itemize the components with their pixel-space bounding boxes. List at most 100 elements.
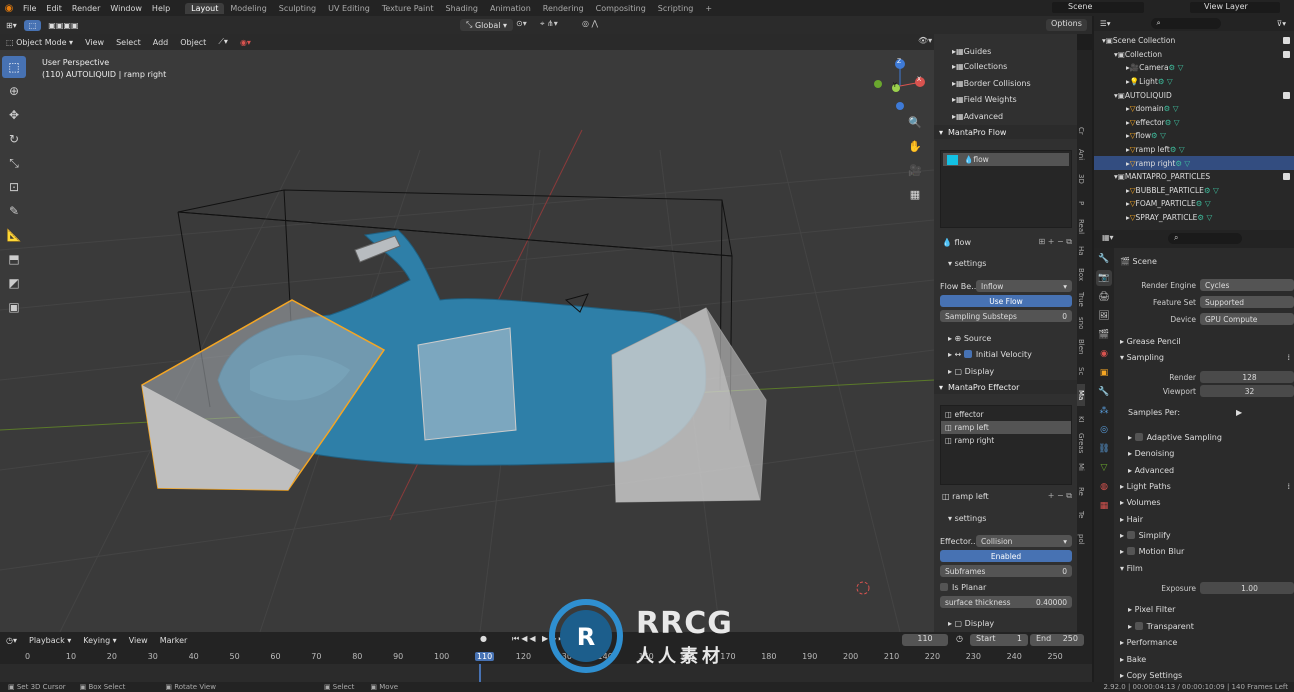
hair-section[interactable]: ▸ Hair [1114,512,1294,526]
menu-view[interactable]: View [80,37,109,48]
output-tab-icon[interactable]: 🖨 [1096,289,1112,305]
tab-sculpting[interactable]: Sculpting [273,3,322,14]
sampling-section[interactable]: ▾ Sampling ⁞ [1114,350,1294,364]
visibility-icon[interactable]: 👁▾ [918,36,932,45]
device-dropdown[interactable]: GPU Compute [1200,313,1294,325]
rotate-tool-icon[interactable]: ↻ [2,128,26,150]
flow-panel-header[interactable]: ▾ MantaPro Flow [934,125,1077,139]
modifier-icon[interactable]: ⚙ ▽ [1197,213,1212,222]
outliner-row[interactable]: ▸ ▽ ramp left ⚙ ▽ [1094,143,1294,157]
tab-box[interactable]: Box [1077,264,1085,286]
is-planar-checkbox[interactable] [940,583,948,591]
inset-tool-icon[interactable]: ▣ [2,296,26,318]
menu-window[interactable]: Window [105,4,147,13]
exclude-checkbox[interactable] [1283,173,1290,181]
motion-blur-section[interactable]: ▸ Motion Blur [1114,544,1294,558]
volumes-section[interactable]: ▸ Volumes [1114,495,1294,509]
object-tab-icon[interactable]: ▣ [1096,365,1112,381]
camera-view-icon[interactable]: 🎥 [905,160,925,180]
tab-re[interactable]: Re [1077,480,1085,502]
overlay-filter-icon[interactable]: ◉▾ [235,37,256,48]
zoom-icon[interactable]: 🔍 [905,112,925,132]
options-dropdown[interactable]: Options [1046,19,1087,31]
tab-te[interactable]: Te [1077,504,1085,526]
film-section[interactable]: ▾ Film [1114,561,1294,575]
tab-greas[interactable]: Greas [1077,432,1085,454]
pan-icon[interactable]: ✋ [905,136,925,156]
guides-row[interactable]: ▸ ▦ Guides [952,44,991,58]
outliner-row[interactable]: ▾ ▣ AUTOLIQUID [1094,88,1294,102]
outliner-row[interactable]: ▾ ▣ Scene Collection [1094,34,1294,48]
tab-3d[interactable]: 3D [1077,168,1085,190]
outliner-row[interactable]: ▸ 🎥 Camera ⚙ ▽ [1094,61,1294,75]
filter-icon[interactable]: ⊽▾ [1277,19,1294,28]
motion-blur-checkbox[interactable] [1126,547,1135,555]
initial-velocity-row[interactable]: ▸ ↔ Initial Velocity [948,347,1032,361]
editor-type-icon[interactable]: ⊞▾ [1,20,22,31]
gizmo-y-neg[interactable] [874,80,882,88]
tab-mi[interactable]: Mi [1077,456,1085,478]
menu-keying[interactable]: Keying ▾ [78,635,121,646]
particles-tab-icon[interactable]: ⁂ [1096,403,1112,419]
field-weights-row[interactable]: ▸ ▦ Field Weights [952,92,1017,106]
move-tool-icon[interactable]: ✥ [2,104,26,126]
3d-cursor[interactable] [856,581,870,595]
modifier-icon[interactable]: ⚙ ▽ [1196,199,1211,208]
tab-blen[interactable]: Blen [1077,336,1085,358]
extrude-tool-icon[interactable]: ◩ [2,272,26,294]
tab-ma[interactable]: Ma [1077,384,1085,406]
drag-handle-icon[interactable]: ⁞ [1287,353,1294,362]
advanced-row[interactable]: ▸ ▦ Advanced [952,109,1003,123]
view-layer-selector[interactable]: View Layer [1190,2,1280,13]
scene-tab-icon[interactable]: 🎬 [1096,327,1112,343]
adaptive-sampling-checkbox[interactable] [1134,433,1143,441]
menu-file[interactable]: File [18,4,41,13]
tab-ki[interactable]: KI [1077,408,1085,430]
menu-timeline-view[interactable]: View [124,635,153,646]
measure-tool-icon[interactable]: 📐 [2,224,26,246]
outliner-row[interactable]: ▸ ▽ flow ⚙ ▽ [1094,129,1294,143]
border-collisions-row[interactable]: ▸ ▦ Border Collisions [952,76,1031,90]
tab-ha[interactable]: Ha [1077,240,1085,262]
search-icon[interactable]: ⌕ [1150,18,1221,29]
render-engine-dropdown[interactable]: Cycles [1200,279,1294,291]
performance-section[interactable]: ▸ Performance [1114,635,1294,649]
texture-tab-icon[interactable]: ▦ [1096,498,1112,514]
tab-ani[interactable]: Ani [1077,144,1085,166]
properties-editor-icon[interactable]: ▦▾ [1102,233,1114,242]
timeline-track-area[interactable] [0,664,1092,682]
outliner-row[interactable]: ▸ ▽ effector ⚙ ▽ [1094,116,1294,130]
tab-sc[interactable]: Sc [1077,360,1085,382]
menu-marker[interactable]: Marker [155,635,193,646]
outliner-row[interactable]: ▸ 💡 Light ⚙ ▽ [1094,75,1294,89]
list-controls-icon[interactable]: ⊞ + − ⧉ [1039,237,1072,247]
tab-true[interactable]: True [1077,288,1085,310]
snap-icon[interactable]: ⌖ ⋔▾ [540,19,558,29]
search-icon[interactable]: ⌕ [1168,233,1242,244]
3d-viewport[interactable]: Z X Y [0,50,934,632]
adaptive-sampling-row[interactable]: ▸ Adaptive Sampling [1114,430,1294,444]
blender-logo-icon[interactable]: ◉ [0,3,18,14]
outliner-row[interactable]: ▸ ▽ domain ⚙ ▽ [1094,102,1294,116]
tab-rendering[interactable]: Rendering [537,3,590,14]
record-icon[interactable]: ● [480,634,487,643]
menu-help[interactable]: Help [147,4,175,13]
tab-shading[interactable]: Shading [439,3,484,14]
clock-icon[interactable]: ◷ [956,634,963,643]
sampling-advanced-row[interactable]: ▸ Advanced [1114,463,1294,477]
tab-sno[interactable]: sno [1077,312,1085,334]
transparent-checkbox[interactable] [1134,622,1143,630]
world-tab-icon[interactable]: ◉ [1096,346,1112,362]
is-planar-row[interactable]: Is Planar [940,580,986,594]
render-tab-icon[interactable]: 📷 [1096,270,1112,286]
modifier-icon[interactable]: ⚙ ▽ [1170,145,1185,154]
list-item[interactable]: ◫ ramp right [941,434,1071,447]
data-tab-icon[interactable]: ▽ [1096,460,1112,476]
tab-animation[interactable]: Animation [484,3,537,14]
scene-selector[interactable]: Scene [1052,2,1144,13]
end-frame-field[interactable]: End 250 [1030,634,1084,646]
display-row[interactable]: ▸ ▢ Display [948,364,994,378]
scale-tool-icon[interactable]: ⤡ [2,152,26,174]
enabled-toggle[interactable]: Enabled [940,550,1072,562]
drag-handle-icon[interactable]: ⁞ [1287,482,1294,491]
